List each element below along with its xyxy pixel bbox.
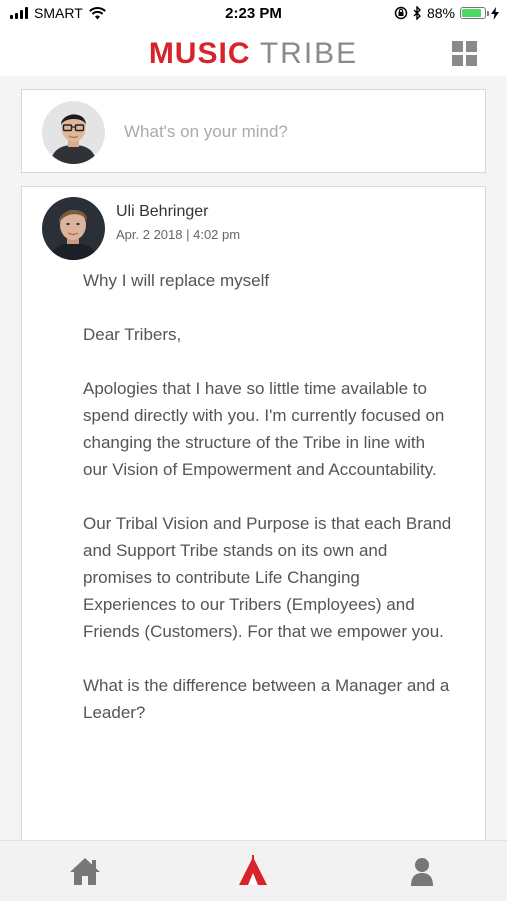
- app-header: MUSIC TRIBE: [0, 28, 507, 76]
- battery-level-fill: [462, 9, 482, 17]
- post-timestamp: Apr. 2 2018 | 4:02 pm: [116, 227, 241, 242]
- grid-menu-icon[interactable]: [452, 41, 477, 66]
- post-paragraph: Our Tribal Vision and Purpose is that ea…: [83, 514, 452, 641]
- music-tribe-logo: MUSIC TRIBE: [0, 37, 507, 71]
- user-avatar[interactable]: [42, 101, 105, 164]
- battery-percent: 88%: [426, 5, 455, 21]
- post-paragraph: Apologies that I have so little time ava…: [83, 379, 445, 479]
- post-author-name[interactable]: Uli Behringer: [116, 203, 208, 221]
- bluetooth-icon: [413, 6, 421, 20]
- tab-home[interactable]: [68, 855, 102, 887]
- rotation-lock-icon: [394, 6, 408, 20]
- status-bar: SMART 2:23 PM 88%: [0, 0, 507, 28]
- post-paragraph: Dear Tribers,: [83, 325, 182, 344]
- profile-icon: [411, 858, 433, 886]
- tab-tribe[interactable]: [236, 855, 270, 887]
- logo-tribe: TRIBE: [259, 37, 359, 70]
- battery-icon: [460, 7, 489, 19]
- tribe-tent-icon: [239, 855, 267, 885]
- tab-profile[interactable]: [405, 855, 439, 887]
- post-paragraph: What is the difference between a Manager…: [83, 676, 450, 722]
- author-avatar[interactable]: [42, 197, 105, 260]
- post-card: Uli Behringer Apr. 2 2018 | 4:02 pm Why …: [21, 186, 486, 876]
- logo-music: MUSIC: [148, 37, 251, 70]
- post-body: Why I will replace myself Dear Tribers, …: [83, 267, 453, 753]
- charging-bolt-icon: [491, 6, 499, 20]
- whats-on-your-mind-input[interactable]: What's on your mind?: [124, 122, 288, 142]
- status-right: 88%: [394, 5, 499, 21]
- compose-box: What's on your mind?: [21, 89, 486, 173]
- post-paragraph: Why I will replace myself: [83, 271, 270, 290]
- home-icon: [70, 858, 100, 885]
- bottom-tab-bar: [0, 840, 507, 901]
